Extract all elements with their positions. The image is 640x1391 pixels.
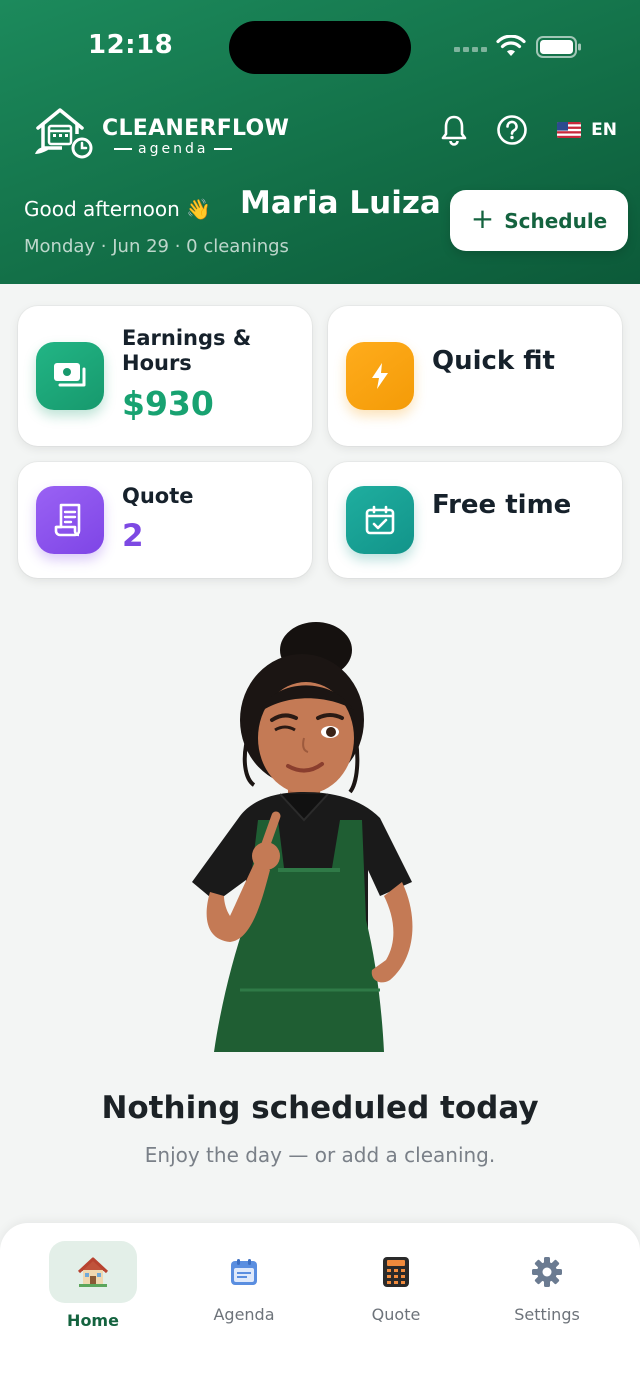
cleaner-mascot-illustration <box>192 622 413 1052</box>
schedule-button-label: Schedule <box>504 208 608 233</box>
schedule-button[interactable]: + Schedule <box>450 190 628 251</box>
earnings-label: Earnings & Hours <box>122 326 252 375</box>
calendar-icon <box>227 1255 261 1289</box>
empty-state-title: Nothing scheduled today <box>101 1090 539 1126</box>
header: 12:18 CLEANERFLOW agenda EN Good afterno… <box>0 0 640 284</box>
quote-card[interactable]: Quote 2 <box>18 462 312 578</box>
tab-quote[interactable]: Quote <box>341 1241 451 1331</box>
language-code: EN <box>591 120 617 140</box>
language-selector[interactable]: EN <box>554 112 620 148</box>
tab-agenda[interactable]: Agenda <box>189 1241 299 1331</box>
tab-label-settings: Settings <box>514 1305 580 1324</box>
bottom-tab-bar: Home Agenda Quote Settings <box>0 1223 640 1391</box>
brand-tagline: agenda <box>114 141 233 157</box>
quote-label: Quote <box>122 484 194 508</box>
wifi-icon <box>496 35 526 56</box>
us-flag-icon <box>557 122 582 138</box>
gear-icon <box>530 1255 564 1289</box>
status-time: 12:18 <box>88 30 174 60</box>
help-icon <box>497 115 527 145</box>
brand-logo[interactable]: CLEANERFLOW agenda <box>32 104 289 160</box>
battery-icon <box>536 36 581 58</box>
cellular-signal-icon <box>454 45 488 53</box>
earnings-value: $930 <box>122 384 214 423</box>
earnings-card[interactable]: Earnings & Hours $930 <box>18 306 312 446</box>
quote-count: 2 <box>122 518 144 554</box>
free-time-card[interactable]: Free time <box>328 462 622 578</box>
user-name: Maria Luiza <box>240 185 441 221</box>
empty-state-subtitle: Enjoy the day — or add a cleaning. <box>144 1143 496 1167</box>
free-time-label: Free time <box>432 490 572 520</box>
calendar-check-icon <box>346 486 414 554</box>
bell-icon <box>441 115 467 146</box>
tab-home[interactable]: Home <box>38 1241 148 1331</box>
greeting-text: Good afternoon 👋 <box>24 197 212 221</box>
tab-label-quote: Quote <box>371 1305 421 1324</box>
money-icon <box>36 342 104 410</box>
tab-label-home: Home <box>67 1311 119 1330</box>
house-calendar-logo-icon <box>35 108 93 159</box>
date-summary: Monday · Jun 29 · 0 cleanings <box>24 236 289 257</box>
receipt-icon <box>36 486 104 554</box>
house-icon <box>76 1255 110 1289</box>
notifications-button[interactable] <box>438 112 470 148</box>
status-bar: 12:18 <box>0 0 640 96</box>
help-button[interactable] <box>495 112 529 148</box>
plus-icon: + <box>470 202 495 235</box>
dynamic-island <box>229 21 411 74</box>
brand-name: CLEANERFLOW <box>102 116 290 141</box>
quick-fit-card[interactable]: Quick fit <box>328 306 622 446</box>
tab-label-agenda: Agenda <box>213 1305 275 1324</box>
lightning-icon <box>346 342 414 410</box>
tab-settings[interactable]: Settings <box>492 1241 602 1331</box>
quick-fit-label: Quick fit <box>432 346 555 376</box>
calculator-icon <box>379 1255 413 1289</box>
